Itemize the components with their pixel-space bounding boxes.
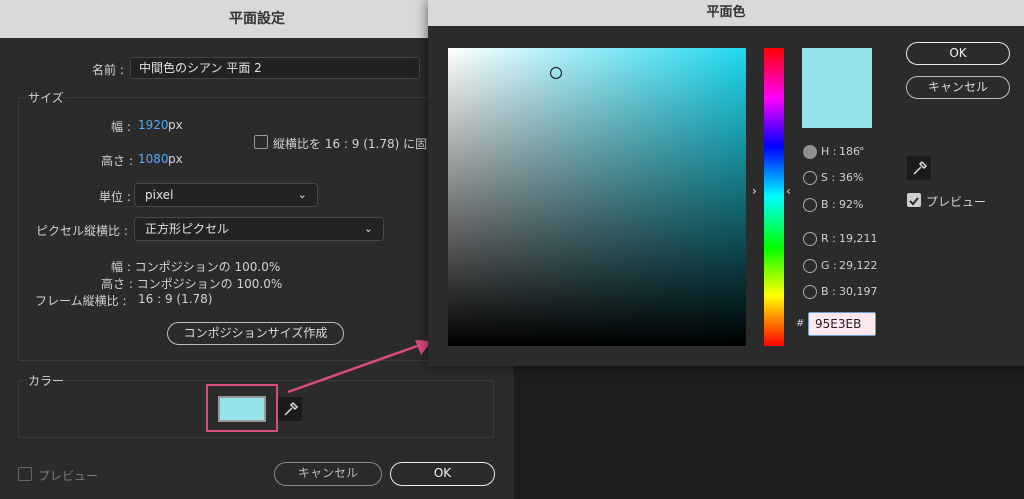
s-value[interactable]: 36 <box>839 171 853 184</box>
s-label: S : <box>821 171 836 184</box>
hex-input[interactable]: 95E3EB <box>808 312 876 336</box>
hue-slider-right-arrow-icon[interactable]: ‹ <box>786 184 791 198</box>
preview-checkbox[interactable] <box>907 193 921 207</box>
saturation-brightness-field[interactable] <box>448 48 746 346</box>
h-unit: ° <box>859 145 865 158</box>
b-label: B : <box>821 198 836 211</box>
g-label: G : <box>821 259 837 272</box>
hue-slider-left-arrow-icon[interactable]: › <box>752 184 757 198</box>
solid-color-dialog: 平面色 › ‹ H : 186 ° S : 36 % B : 92 % R : … <box>428 0 1024 366</box>
checkmark-icon <box>909 197 919 206</box>
eyedropper-button[interactable] <box>907 156 931 180</box>
g-radio[interactable] <box>803 259 817 273</box>
new-color-preview <box>802 48 872 128</box>
cancel-button[interactable]: キャンセル <box>906 76 1010 99</box>
g-value[interactable]: 29,122 <box>839 259 878 272</box>
blue-value[interactable]: 30,197 <box>839 285 878 298</box>
s-radio[interactable] <box>803 171 817 185</box>
eyedropper-icon <box>913 160 928 175</box>
hue-slider[interactable] <box>764 48 784 346</box>
blue-radio[interactable] <box>803 285 817 299</box>
s-unit: % <box>853 171 864 184</box>
r-label: R : <box>821 232 836 245</box>
hex-label: # <box>796 318 805 329</box>
dialog-title: 平面色 <box>428 0 1024 26</box>
h-label: H : <box>821 145 837 158</box>
color-picker-cursor[interactable] <box>550 67 562 79</box>
h-radio[interactable] <box>803 145 817 159</box>
r-value[interactable]: 19,211 <box>839 232 878 245</box>
b-radio[interactable] <box>803 198 817 212</box>
blue-label: B : <box>821 285 836 298</box>
r-radio[interactable] <box>803 232 817 246</box>
ok-button[interactable]: OK <box>906 42 1010 65</box>
h-value[interactable]: 186 <box>839 145 860 158</box>
b-value[interactable]: 92 <box>839 198 853 211</box>
b-unit: % <box>853 198 864 211</box>
preview-label: プレビュー <box>926 195 987 209</box>
